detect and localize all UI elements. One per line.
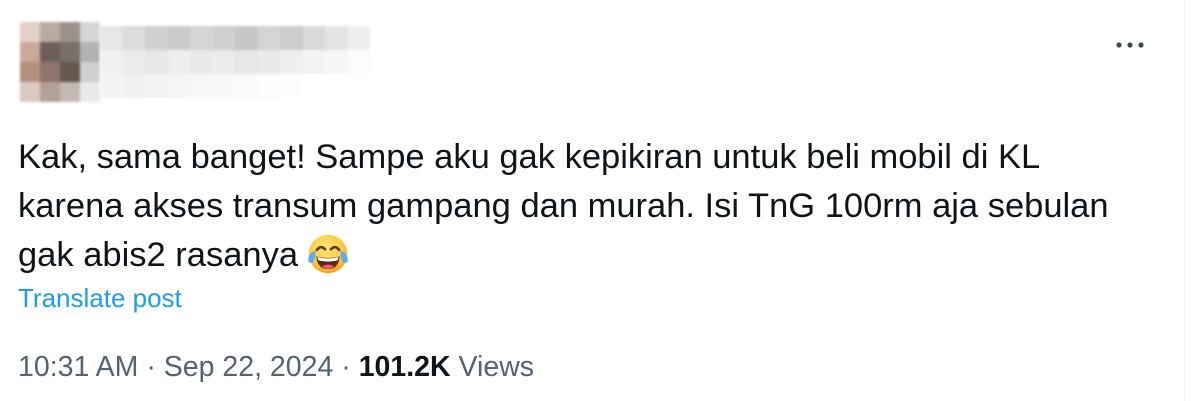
blur-pixel [280,74,303,98]
post-text: Kak, sama banget! Sampe aku gak kepikira… [18,133,1109,280]
blur-pixel [167,74,190,98]
translate-post-link[interactable]: Translate post [18,283,182,313]
blur-pixel [40,62,60,82]
post-text-line: gak abis2 rasanya [18,231,1109,280]
blur-pixel [20,42,40,62]
column-border [1184,0,1185,401]
blur-pixel [40,42,60,62]
blur-pixel [40,22,60,42]
blur-pixel [190,26,213,50]
post-meta: 10:31 AM · Sep 22, 2024 · 101.2K Views [18,350,534,384]
blur-pixel [80,82,100,102]
blur-pixel [257,50,280,74]
blur-pixel [235,26,258,50]
blur-pixel [280,50,303,74]
post-text-line-content: gak abis2 rasanya [18,236,299,274]
blur-pixel [60,62,80,82]
meta-separator: · [341,351,351,383]
blur-pixel [302,74,325,98]
blur-pixel [122,50,145,74]
blur-pixel [257,26,280,50]
post-time[interactable]: 10:31 AM [18,351,138,383]
author-avatar-blurred[interactable] [20,22,100,102]
views-label: Views [458,351,535,383]
blur-pixel [100,50,123,74]
blur-pixel [280,26,303,50]
blur-pixel [257,74,280,98]
more-options-button[interactable] [1110,35,1150,55]
blur-pixel [60,22,80,42]
blur-pixel [190,50,213,74]
blur-pixel [145,26,168,50]
face-with-tears-of-joy-icon [308,234,348,274]
blur-pixel [80,22,100,42]
blur-pixel [212,50,235,74]
blur-pixel [80,42,100,62]
blur-pixel [347,74,370,98]
post-text-line: karena akses transum gampang dan murah. … [18,187,1109,225]
blur-pixel [80,62,100,82]
blur-pixel [325,50,348,74]
blur-pixel [325,26,348,50]
blur-pixel [212,74,235,98]
blur-pixel [145,50,168,74]
blur-pixel [100,74,123,98]
blur-pixel [60,82,80,102]
blur-pixel [60,42,80,62]
blur-pixel [167,26,190,50]
blur-pixel [20,82,40,102]
author-name-blurred[interactable] [100,26,370,98]
blur-pixel [122,74,145,98]
blur-pixel [100,26,123,50]
meta-separator: · [146,351,156,383]
blur-pixel [302,50,325,74]
blur-pixel [347,50,370,74]
blur-pixel [20,22,40,42]
views-count: 101.2K [358,351,451,383]
blur-pixel [235,74,258,98]
blur-pixel [167,50,190,74]
post-text-line: Kak, sama banget! Sampe aku gak kepikira… [18,138,1041,176]
blur-pixel [325,74,348,98]
blur-pixel [212,26,235,50]
post-date[interactable]: Sep 22, 2024 [164,351,334,383]
blur-pixel [235,50,258,74]
blur-pixel [40,82,60,102]
more-options-icon [1116,42,1144,48]
blur-pixel [347,26,370,50]
post-card: Kak, sama banget! Sampe aku gak kepikira… [0,0,1196,401]
blur-pixel [20,62,40,82]
blur-pixel [145,74,168,98]
blur-pixel [302,26,325,50]
blur-pixel [190,74,213,98]
blur-pixel [122,26,145,50]
